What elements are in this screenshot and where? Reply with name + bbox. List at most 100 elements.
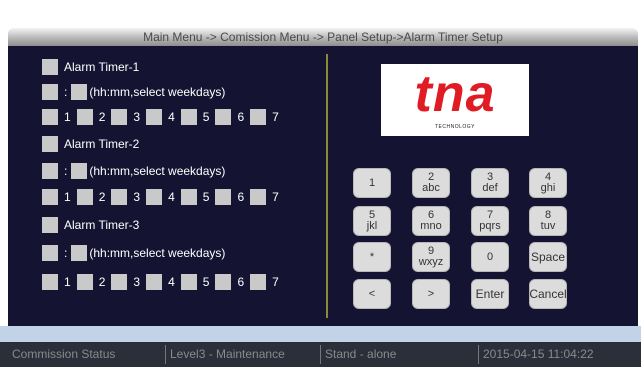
key-enter-main: Enter [475,286,505,301]
timer-2-day-2-checkbox[interactable] [76,189,93,205]
key-1-main: 1 [368,176,376,189]
timer-2-day-3-checkbox[interactable] [111,189,128,205]
timer-1-day-6-checkbox[interactable] [215,109,232,125]
timer-1-day-6-label: 6 [237,110,245,124]
key-cancel-main: Cancel [529,286,567,301]
key-0[interactable]: 0 [471,242,509,272]
timer-3-day-6-checkbox[interactable] [215,274,232,290]
key-asterisk[interactable]: * [353,242,391,272]
timer-2-day-6-label: 6 [237,190,245,204]
key-5-letters: jkl [366,220,378,232]
timer-2-time-hint: (hh:mm,select weekdays) [89,164,226,178]
timer-3-minute-field[interactable] [71,245,88,261]
timer-1-day-2-label: 2 [98,110,106,124]
timer-2-hour-field[interactable] [42,163,58,179]
main-panel: Alarm Timer-1 : (hh:mm,select weekdays) … [8,46,638,326]
status-bar: Commission Status Level3 - Maintenance S… [0,342,641,367]
timer-1-enable-row: Alarm Timer-1 [42,58,139,76]
key-3[interactable]: 3 def [471,168,509,198]
timer-1-hour-field[interactable] [42,84,58,100]
timer-1-time-hint: (hh:mm,select weekdays) [89,85,226,99]
key-space-main: Space [530,249,566,264]
key-4-letters: ghi [540,182,556,194]
timer-3-day-3-checkbox[interactable] [111,274,128,290]
timer-2-time-row: : (hh:mm,select weekdays) [42,162,225,180]
timer-1-enable-checkbox[interactable] [42,59,58,75]
timer-1-day-7-label: 7 [272,110,279,124]
timer-1-day-3-checkbox[interactable] [111,109,128,125]
key-5[interactable]: 5 jkl [353,206,391,236]
timer-2-weekdays-row: 1 2 3 4 5 6 7 [42,188,285,206]
timer-3-time-row: : (hh:mm,select weekdays) [42,244,225,262]
timer-3-day-4-checkbox[interactable] [146,274,163,290]
timer-3-day-5-label: 5 [202,275,210,289]
timer-3-day-3-label: 3 [133,275,141,289]
timer-3-day-7-checkbox[interactable] [250,274,267,290]
key-enter[interactable]: Enter [471,279,509,309]
timer-1-day-5-label: 5 [202,110,210,124]
timer-3-day-1-checkbox[interactable] [42,274,58,290]
key-space[interactable]: Space [529,242,567,272]
key-0-main: 0 [486,250,494,263]
key-4[interactable]: 4 ghi [529,168,567,198]
timer-2-day-6-checkbox[interactable] [215,189,232,205]
status-commission: Commission Status [12,347,116,361]
key-left-arrow[interactable]: < [353,279,391,309]
timer-2-time-separator: : [64,164,68,178]
key-right-main: > [427,287,435,300]
timer-3-day-7-label: 7 [272,275,279,289]
timer-3-time-hint: (hh:mm,select weekdays) [89,246,226,260]
key-3-letters: def [482,182,498,194]
key-6-letters: mno [420,220,442,232]
timer-2-day-5-checkbox[interactable] [180,189,197,205]
status-level: Level3 - Maintenance [165,345,318,364]
timer-2-day-4-checkbox[interactable] [146,189,163,205]
timer-1-day-4-checkbox[interactable] [146,109,163,125]
key-left-main: < [368,287,376,300]
timer-2-day-3-label: 3 [133,190,141,204]
timer-1-day-1-checkbox[interactable] [42,109,58,125]
timer-3-hour-field[interactable] [42,245,58,261]
key-cancel[interactable]: Cancel [529,279,567,309]
timer-3-day-6-label: 6 [237,275,245,289]
timer-3-enable-checkbox[interactable] [42,217,58,233]
footer-band [0,326,641,342]
status-datetime: 2015-04-15 11:04:22 [478,345,633,364]
key-9[interactable]: 9 wxyz [412,242,450,272]
timer-1-weekdays-row: 1 2 3 4 5 6 7 [42,108,285,126]
timer-2-day-4-label: 4 [168,190,175,204]
key-right-arrow[interactable]: > [412,279,450,309]
key-1[interactable]: 1 [353,168,391,198]
timer-1-day-7-checkbox[interactable] [250,109,267,125]
timer-2-day-2-label: 2 [98,190,106,204]
timer-3-day-1-label: 1 [64,275,71,289]
key-8[interactable]: 8 tuv [529,206,567,236]
key-8-letters: tuv [540,220,556,232]
timer-3-day-5-checkbox[interactable] [180,274,197,290]
timer-3-label: Alarm Timer-3 [64,218,140,232]
timer-1-minute-field[interactable] [71,84,88,100]
key-2[interactable]: 2 abc [412,168,450,198]
timer-1-day-2-checkbox[interactable] [76,109,93,125]
alarm-timer-setup-screen: Main Menu -> Comission Menu -> Panel Set… [0,0,641,367]
key-6[interactable]: 6 mno [412,206,450,236]
timer-1-day-3-label: 3 [133,110,141,124]
timer-2-day-1-checkbox[interactable] [42,189,58,205]
key-9-letters: wxyz [418,256,444,268]
timer-2-day-7-checkbox[interactable] [250,189,267,205]
timer-2-day-5-label: 5 [202,190,210,204]
timer-3-day-4-label: 4 [168,275,175,289]
key-7-letters: pqrs [479,220,501,232]
timer-3-day-2-checkbox[interactable] [76,274,93,290]
key-7[interactable]: 7 pqrs [471,206,509,236]
timer-1-day-5-checkbox[interactable] [180,109,197,125]
timer-3-day-2-label: 2 [98,275,106,289]
timer-3-time-separator: : [64,246,68,260]
timer-2-day-7-label: 7 [272,190,279,204]
timer-2-minute-field[interactable] [71,163,88,179]
timer-1-day-4-label: 4 [168,110,175,124]
timer-1-time-separator: : [64,85,68,99]
breadcrumb: Main Menu -> Comission Menu -> Panel Set… [8,28,638,46]
timer-2-enable-checkbox[interactable] [42,136,58,152]
timer-3-weekdays-row: 1 2 3 4 5 6 7 [42,273,285,291]
